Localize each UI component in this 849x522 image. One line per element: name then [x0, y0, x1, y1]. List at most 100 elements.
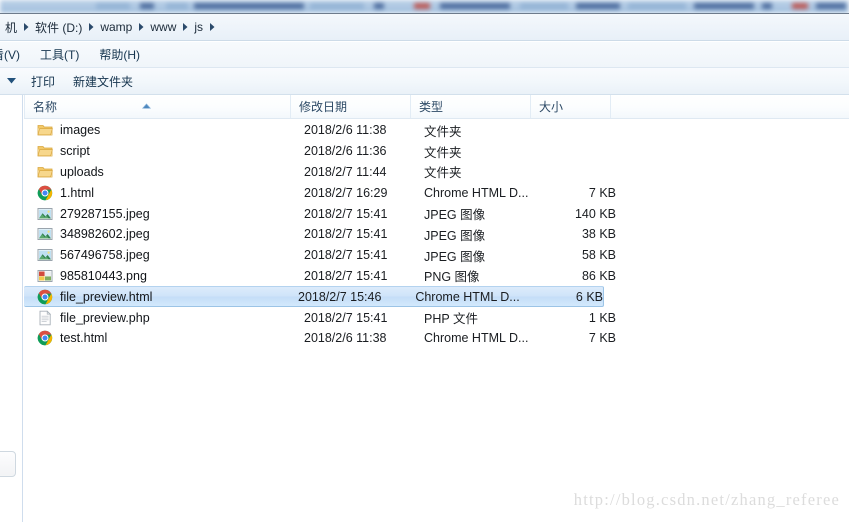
file-row-date: 2018/2/6 11:38	[304, 123, 387, 138]
menu-item-tools[interactable]: 工具(T)	[30, 43, 89, 66]
file-row-name: 985810443.png	[60, 268, 147, 283]
jpeg-image-icon	[37, 226, 53, 242]
file-row-name-cell: 279287155.jpeg	[37, 206, 304, 222]
file-row-name: test.html	[60, 331, 108, 346]
php-file-icon	[37, 309, 53, 326]
column-header-name[interactable]: 名称	[24, 95, 290, 118]
chevron-right-icon[interactable]	[179, 23, 191, 31]
jpeg-image-icon	[37, 247, 53, 263]
file-row-name-cell: file_preview.html	[37, 289, 298, 305]
pane-splitter-button[interactable]	[0, 451, 16, 477]
file-row-size: 6 KB	[575, 289, 604, 304]
explorer-window: 机 软件 (D:) wamp www js 看(V) 工具(T)	[0, 0, 849, 522]
file-row-name-cell: images	[37, 122, 304, 138]
file-row-name-cell: 985810443.png	[37, 268, 304, 284]
file-row-size: 140 KB	[574, 206, 616, 221]
breadcrumb-item-www[interactable]: www	[147, 19, 179, 35]
file-row[interactable]: file_preview.php 2018/2/7 15:41 PHP 文件 1 KB	[24, 307, 849, 328]
file-row-name: 1.html	[60, 185, 95, 200]
file-row-type: JPEG 图像	[424, 208, 486, 223]
file-row-date: 2018/2/7 15:41	[304, 248, 388, 263]
file-row-date: 2018/2/7 15:41	[304, 206, 388, 221]
file-row-size: 58 KB	[581, 248, 616, 263]
column-header-spacer	[610, 95, 849, 118]
file-row-type: JPEG 图像	[424, 228, 486, 243]
chevron-right-icon[interactable]	[135, 23, 147, 31]
column-header-size[interactable]: 大小	[530, 95, 610, 118]
chevron-right-icon[interactable]	[85, 23, 97, 31]
menu-item-view[interactable]: 看(V)	[0, 43, 30, 66]
file-row-type: Chrome HTML D...	[424, 331, 529, 346]
folder-icon	[37, 143, 53, 159]
file-row-name: file_preview.php	[60, 310, 150, 325]
chrome-html-icon	[37, 289, 53, 305]
navigation-pane[interactable]	[0, 95, 23, 522]
breadcrumb-item-computer[interactable]: 机	[2, 18, 20, 37]
file-row[interactable]: 985810443.png 2018/2/7 15:41 PNG 图像 86 KB	[24, 266, 849, 287]
file-row-date: 2018/2/7 15:41	[304, 227, 388, 242]
file-row-date: 2018/2/7 15:41	[304, 310, 388, 325]
file-row-type: PHP 文件	[424, 312, 478, 327]
file-row-size: 7 KB	[588, 185, 616, 200]
file-row-type: 文件夹	[424, 124, 462, 139]
column-header-date[interactable]: 修改日期	[290, 95, 410, 118]
watermark-text: http://blog.csdn.net/zhang_referee	[573, 490, 840, 509]
file-row-type: Chrome HTML D...	[424, 185, 529, 200]
chrome-html-icon	[37, 185, 53, 201]
file-row[interactable]: script 2018/2/6 11:36 文件夹	[24, 141, 849, 162]
breadcrumb-item-wamp[interactable]: wamp	[97, 19, 135, 35]
file-row-name-cell: test.html	[37, 330, 304, 346]
file-row[interactable]: file_preview.html 2018/2/7 15:46 Chrome HT…	[24, 286, 604, 308]
file-row[interactable]: 567496758.jpeg 2018/2/7 15:41 JPEG 图像 58 KB	[24, 245, 849, 266]
breadcrumb-item-drive-d[interactable]: 软件 (D:)	[32, 18, 85, 37]
menu-item-help[interactable]: 帮助(H)	[89, 43, 150, 66]
file-row[interactable]: 348982602.jpeg 2018/2/7 15:41 JPEG 图像 38 KB	[24, 224, 849, 245]
chevron-down-icon[interactable]	[0, 78, 22, 84]
file-row[interactable]: 1.html 2018/2/7 16:29 Chrome HTML D... 7 KB	[24, 182, 849, 203]
menu-bar: 看(V) 工具(T) 帮助(H)	[0, 42, 849, 68]
list-column-header: 名称 修改日期 类型 大小	[24, 95, 849, 119]
png-image-icon	[37, 268, 53, 284]
file-row-size: 1 KB	[588, 310, 616, 325]
chevron-right-icon[interactable]	[206, 23, 218, 31]
file-row-name: script	[60, 144, 90, 159]
file-row-date: 2018/2/6 11:36	[304, 144, 387, 159]
file-row-date: 2018/2/6 11:38	[304, 331, 387, 346]
file-row-size: 7 KB	[588, 331, 616, 346]
file-row-name: images	[60, 123, 101, 138]
file-row[interactable]: uploads 2018/2/7 11:44 文件夹	[24, 162, 849, 183]
file-row-name-cell: uploads	[37, 164, 304, 180]
file-row-type: 文件夹	[424, 145, 462, 160]
file-row-size: 86 KB	[581, 268, 616, 283]
breadcrumb[interactable]: 机 软件 (D:) wamp www js	[2, 18, 218, 37]
file-row-date: 2018/2/7 11:44	[304, 164, 387, 179]
file-list[interactable]: images 2018/2/6 11:38 文件夹 script 2018/2/6 11…	[24, 120, 849, 522]
column-header-type[interactable]: 类型	[410, 95, 530, 118]
file-row-name: 348982602.jpeg	[60, 227, 150, 242]
chrome-html-icon	[37, 330, 53, 346]
file-row-date: 2018/2/7 16:29	[304, 185, 388, 200]
file-row[interactable]: images 2018/2/6 11:38 文件夹	[24, 120, 849, 141]
chevron-right-icon[interactable]	[20, 23, 32, 31]
file-row-date: 2018/2/7 15:46	[298, 289, 382, 304]
breadcrumb-item-js[interactable]: js	[191, 19, 206, 35]
file-row-type: JPEG 图像	[424, 249, 486, 264]
folder-icon	[37, 164, 53, 180]
file-row-name-cell: file_preview.php	[37, 309, 304, 326]
print-button[interactable]: 打印	[22, 70, 64, 93]
file-row-name: file_preview.html	[60, 289, 153, 304]
file-row-name: 279287155.jpeg	[60, 206, 150, 221]
address-bar[interactable]: 机 软件 (D:) wamp www js	[0, 14, 849, 41]
column-header-size-label: 大小	[539, 100, 564, 114]
column-header-date-label: 修改日期	[299, 100, 348, 114]
jpeg-image-icon	[37, 206, 53, 222]
file-row-type: PNG 图像	[424, 270, 480, 285]
command-bar: 打印 新建文件夹	[0, 68, 849, 95]
file-row[interactable]: 279287155.jpeg 2018/2/7 15:41 JPEG 图像 140 K…	[24, 203, 849, 224]
column-header-name-label: 名称	[33, 100, 58, 114]
file-row-name: uploads	[60, 164, 104, 179]
file-row[interactable]: test.html 2018/2/6 11:38 Chrome HTML D... 7…	[24, 328, 849, 349]
folder-icon	[37, 122, 53, 138]
file-row-name: 567496758.jpeg	[60, 248, 150, 263]
new-folder-button[interactable]: 新建文件夹	[64, 70, 142, 93]
